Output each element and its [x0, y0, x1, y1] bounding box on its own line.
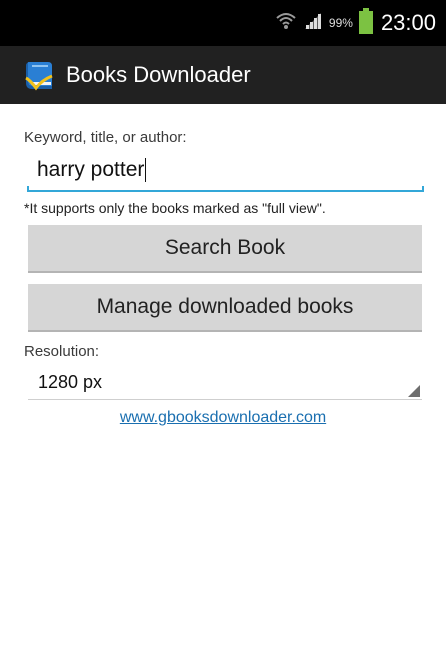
- battery-icon: [358, 7, 373, 39]
- keyword-label: Keyword, title, or author:: [24, 129, 187, 146]
- resolution-value: 1280 px: [38, 372, 103, 392]
- resolution-label: Resolution:: [24, 343, 100, 360]
- dropdown-arrow-icon: [408, 385, 420, 397]
- website-link[interactable]: www.gbooksdownloader.com: [0, 409, 446, 427]
- battery-percent: 99%: [328, 16, 353, 30]
- action-bar: Books Downloader: [0, 46, 446, 104]
- full-view-note: *It supports only the books marked as "f…: [24, 200, 326, 216]
- app-title: Books Downloader: [66, 62, 251, 87]
- resolution-dropdown[interactable]: 1280 px: [28, 368, 422, 400]
- search-input-value: harry potter: [37, 158, 145, 181]
- signal-icon: [303, 11, 323, 36]
- status-indicators: 99% 23:00: [275, 0, 436, 46]
- app-screen: 99% 23:00 Books Downloader Keyword, titl…: [0, 0, 446, 661]
- status-bar: 99% 23:00: [0, 0, 446, 46]
- search-book-button[interactable]: Search Book: [28, 225, 422, 273]
- search-field[interactable]: harry potter: [27, 154, 424, 192]
- text-caret: [145, 158, 147, 183]
- search-input[interactable]: harry potter: [37, 158, 407, 183]
- manage-downloaded-books-button[interactable]: Manage downloaded books: [28, 284, 422, 332]
- wifi-icon: [275, 10, 297, 37]
- book-app-icon: [22, 58, 56, 92]
- status-clock: 23:00: [380, 10, 436, 35]
